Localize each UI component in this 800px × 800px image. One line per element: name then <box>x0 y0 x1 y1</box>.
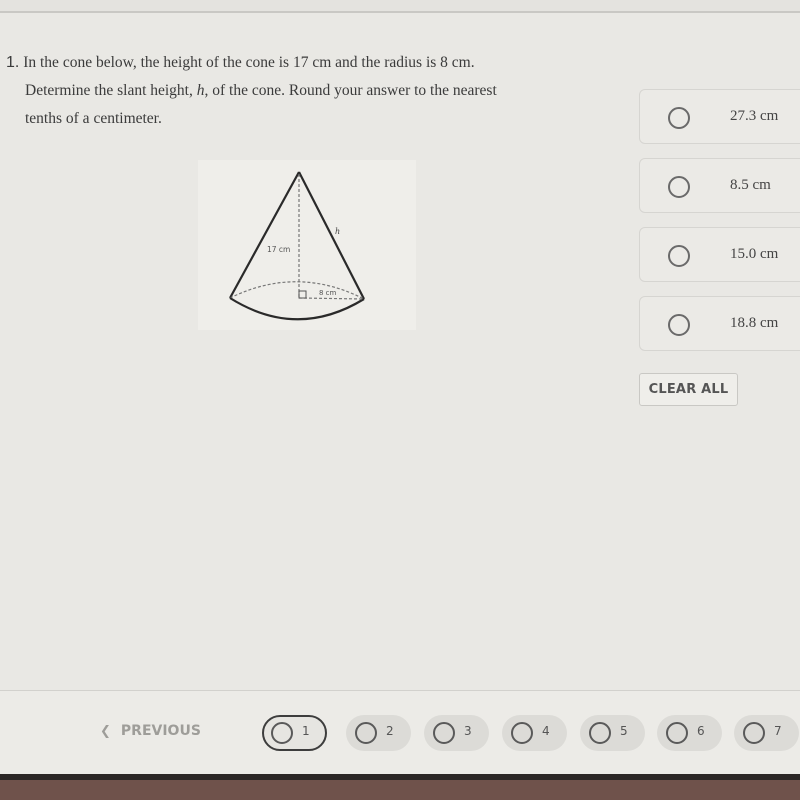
answer-option-4[interactable]: 18.8 cm <box>639 296 800 351</box>
page-number: 6 <box>697 724 705 738</box>
right-angle-marker <box>298 290 307 299</box>
radio-button-icon[interactable] <box>668 176 690 198</box>
page-number: 5 <box>620 724 628 738</box>
cone-figure: 17 cm 8 cm h <box>198 160 416 330</box>
unanswered-circle-icon <box>589 722 611 744</box>
answer-choices: 27.3 cm 8.5 cm 15.0 cm 18.8 cm <box>639 89 800 365</box>
previous-button[interactable]: ❮ PREVIOUS <box>100 723 201 739</box>
question-text-2a: Determine the slant height, <box>25 82 197 99</box>
question-navigation: ❮ PREVIOUS 1 2 3 4 5 6 7 <box>0 691 800 774</box>
answer-option-2[interactable]: 8.5 cm <box>639 158 800 213</box>
page-number: 3 <box>464 724 472 738</box>
unanswered-circle-icon <box>433 722 455 744</box>
question-prompt: 1. In the cone below, the height of the … <box>6 49 606 133</box>
page-number: 7 <box>774 724 782 738</box>
page-number: 1 <box>302 724 310 738</box>
answer-label: 15.0 cm <box>730 246 779 262</box>
unanswered-circle-icon <box>271 722 293 744</box>
question-text-3: tenths of a centimeter. <box>25 110 162 127</box>
page-button-2[interactable]: 2 <box>346 715 411 751</box>
question-line-1: 1. In the cone below, the height of the … <box>6 49 606 77</box>
radio-button-icon[interactable] <box>668 314 690 336</box>
chevron-left-icon: ❮ <box>100 723 111 739</box>
question-number: 1. <box>6 54 20 71</box>
desk-background <box>0 780 800 800</box>
page-button-4[interactable]: 4 <box>502 715 567 751</box>
radius-line <box>298 297 365 300</box>
page-button-6[interactable]: 6 <box>657 715 722 751</box>
question-text-2b: , of the cone. Round your answer to the … <box>204 82 497 99</box>
radius-label: 8 cm <box>319 289 337 297</box>
cone-left-side <box>229 171 300 299</box>
unanswered-circle-icon <box>666 722 688 744</box>
page-button-7[interactable]: 7 <box>734 715 799 751</box>
answer-label: 18.8 cm <box>730 315 779 331</box>
answer-option-1[interactable]: 27.3 cm <box>639 89 800 144</box>
cone-right-side <box>298 171 365 300</box>
clear-all-button[interactable]: CLEAR ALL <box>639 373 738 406</box>
slant-label: h <box>335 227 340 236</box>
page-button-1[interactable]: 1 <box>262 715 327 751</box>
radio-button-icon[interactable] <box>668 245 690 267</box>
page-number: 2 <box>386 724 394 738</box>
unanswered-circle-icon <box>355 722 377 744</box>
previous-label: PREVIOUS <box>120 723 201 739</box>
cone-diagram: 17 cm 8 cm h <box>229 171 365 321</box>
cone-base-back <box>229 281 365 300</box>
height-label: 17 cm <box>267 245 290 254</box>
answer-option-3[interactable]: 15.0 cm <box>639 227 800 282</box>
page-button-3[interactable]: 3 <box>424 715 489 751</box>
unanswered-circle-icon <box>743 722 765 744</box>
cone-base-front <box>229 297 365 321</box>
unanswered-circle-icon <box>511 722 533 744</box>
page-button-5[interactable]: 5 <box>580 715 645 751</box>
page-number: 4 <box>542 724 550 738</box>
variable-h: h <box>196 82 205 99</box>
question-line-2: Determine the slant height, h, of the co… <box>6 77 606 105</box>
question-text-1: In the cone below, the height of the con… <box>23 54 475 71</box>
radio-button-icon[interactable] <box>668 107 690 129</box>
top-divider <box>0 0 800 13</box>
question-line-3: tenths of a centimeter. <box>6 105 606 133</box>
answer-label: 27.3 cm <box>730 108 779 124</box>
answer-label: 8.5 cm <box>730 177 771 193</box>
